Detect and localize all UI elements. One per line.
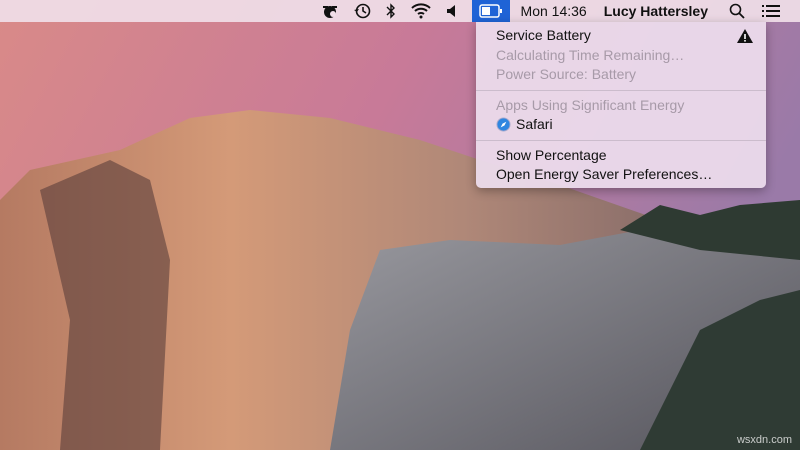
time-remaining-item: Calculating Time Remaining… — [496, 46, 685, 63]
show-percentage-item[interactable]: Show Percentage — [476, 146, 766, 166]
apps-energy-header: Apps Using Significant Energy — [496, 96, 685, 113]
watermark: wsxdn.com — [736, 434, 792, 446]
separator — [476, 139, 766, 141]
service-battery-label: Service Battery — [496, 27, 591, 43]
battery-menu: Service Battery Calculating Time Remaini… — [476, 22, 766, 188]
menu-bar: Mon 14:36 Lucy Hattersley — [0, 0, 800, 22]
safari-app-item[interactable]: Safari — [476, 115, 766, 135]
service-battery-item[interactable]: Service Battery — [476, 26, 766, 46]
separator — [476, 89, 766, 91]
energy-saver-preferences-item[interactable]: Open Energy Saver Preferences… — [476, 165, 766, 185]
user-name[interactable]: Lucy Hattersley — [594, 0, 722, 22]
power-source-item: Power Source: Battery — [496, 66, 637, 82]
safari-icon — [496, 117, 511, 132]
battery-icon[interactable] — [471, 0, 510, 22]
safari-label: Safari — [516, 116, 553, 132]
bluetooth-icon[interactable] — [378, 0, 404, 22]
clock-history-icon[interactable] — [346, 0, 378, 22]
warning-icon — [737, 29, 753, 43]
time-machine-sync-icon[interactable] — [314, 0, 346, 22]
spotlight-search-icon[interactable] — [722, 0, 752, 22]
wifi-icon[interactable] — [404, 0, 438, 22]
notification-center-icon[interactable] — [752, 0, 800, 22]
volume-icon[interactable] — [438, 0, 464, 22]
clock[interactable]: Mon 14:36 — [514, 0, 594, 22]
